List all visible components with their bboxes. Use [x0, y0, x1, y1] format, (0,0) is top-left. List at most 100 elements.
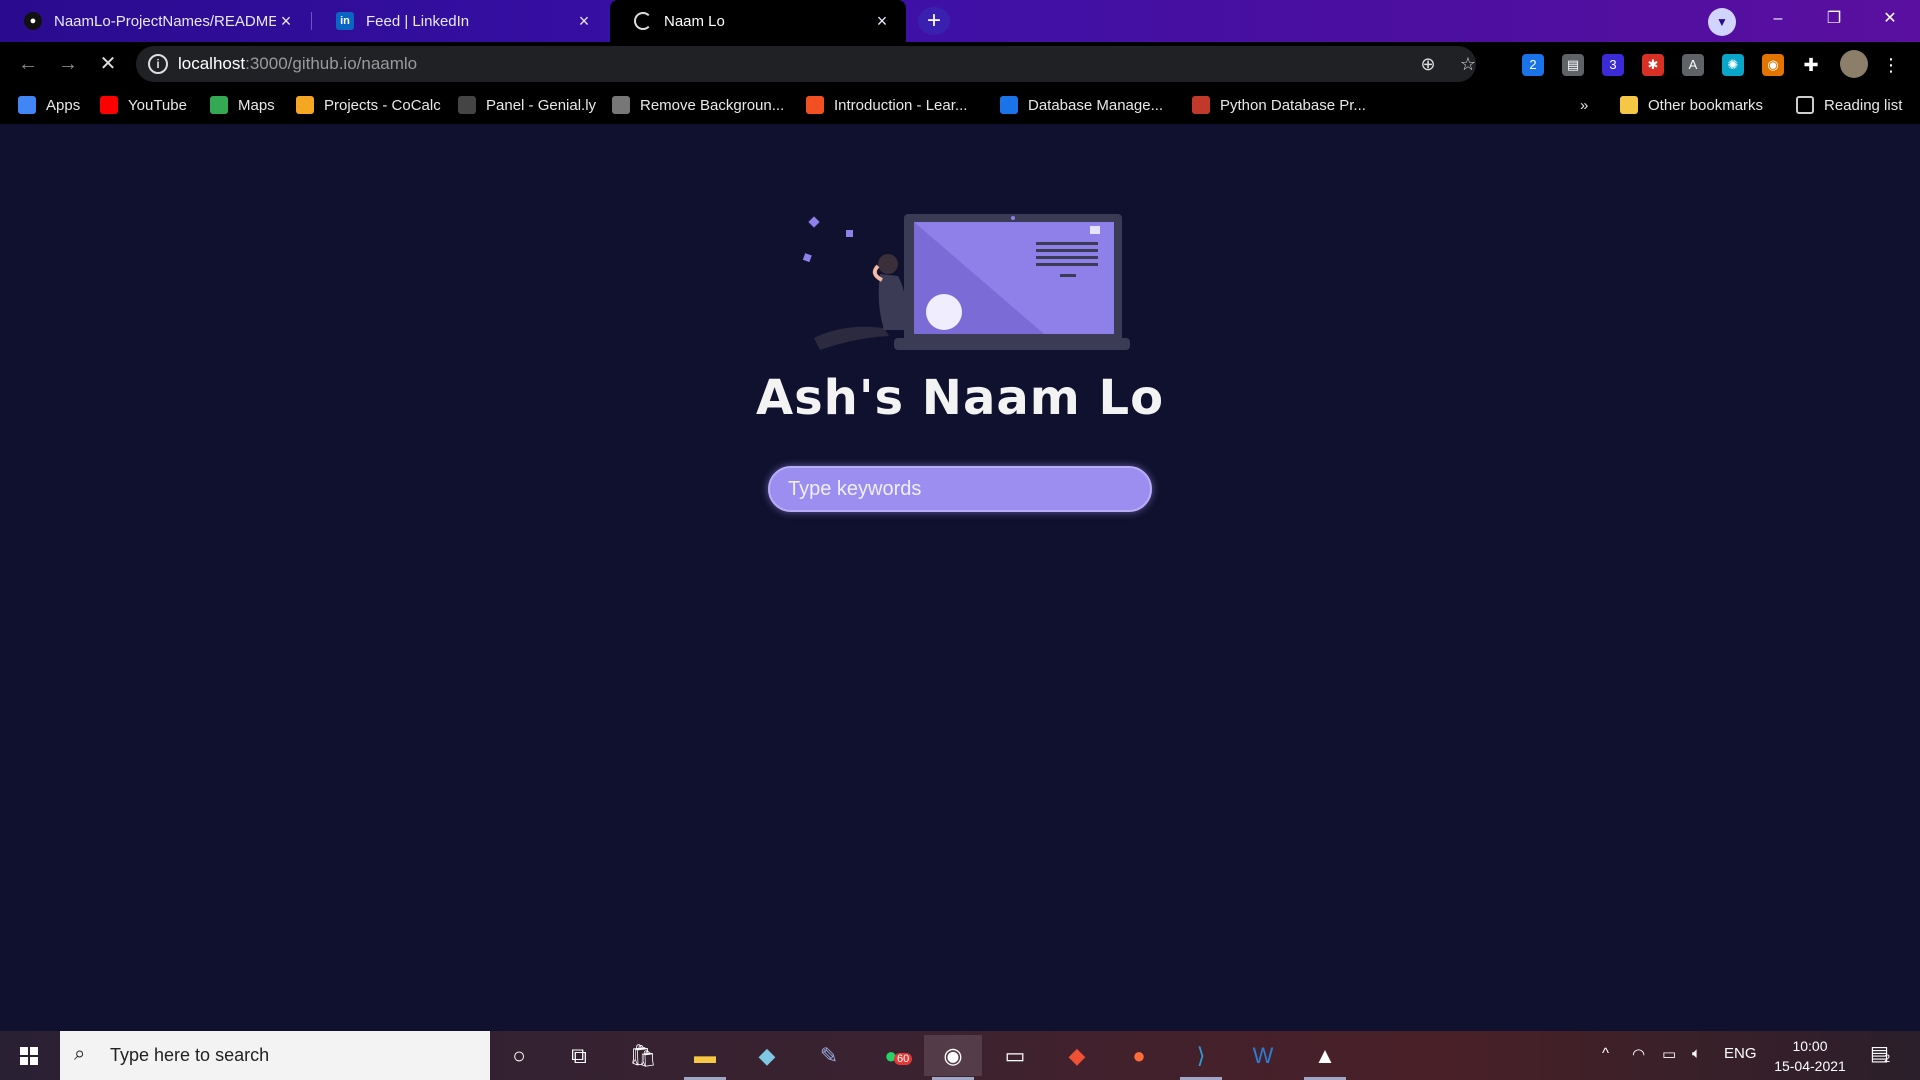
microsoft-icon	[806, 96, 824, 114]
taskbar-search-box[interactable]: ⌕ Type here to search	[60, 1031, 490, 1080]
restore-button[interactable]: ❐	[1806, 0, 1862, 38]
floating-square	[808, 216, 820, 228]
keyword-search-input[interactable]	[788, 468, 1128, 510]
forward-button[interactable]: →	[54, 50, 82, 78]
paint-icon[interactable]: ✎	[800, 1035, 858, 1076]
language-indicator[interactable]: ENG	[1724, 1045, 1757, 1062]
hero-illustration	[802, 214, 1130, 350]
tab-linkedin[interactable]: in Feed | LinkedIn ×	[312, 0, 608, 42]
minimize-button[interactable]: –	[1750, 0, 1806, 38]
bookmark-label: Python Database Pr...	[1220, 96, 1366, 114]
file-explorer-icon[interactable]: ▬	[676, 1035, 734, 1080]
chrome-icon[interactable]: ◉	[924, 1035, 982, 1080]
url-text[interactable]: localhost:3000/github.io/naamlo	[178, 54, 417, 74]
ext-circle-icon[interactable]: ◉	[1762, 54, 1784, 76]
genially-icon	[458, 96, 476, 114]
cocalc-icon	[296, 96, 314, 114]
postman-icon[interactable]: ●	[1110, 1035, 1168, 1076]
new-tab-button[interactable]: +	[918, 7, 950, 35]
person-head	[878, 254, 898, 274]
ext-graduation-icon[interactable]: 3	[1602, 54, 1624, 76]
start-button[interactable]	[0, 1031, 60, 1080]
address-bar[interactable]: i localhost:3000/github.io/naamlo ⊕ ☆	[136, 46, 1476, 82]
cortana-icon[interactable]: ○	[490, 1035, 548, 1076]
stop-loading-button[interactable]: ✕	[94, 50, 122, 78]
clock-time: 10:00	[1792, 1038, 1828, 1054]
screen-line	[1036, 256, 1098, 259]
word-icon[interactable]: W	[1234, 1035, 1292, 1076]
tab-title: Feed | LinkedIn	[366, 12, 470, 30]
folder-icon	[1620, 96, 1638, 114]
url-path: :3000/github.io/naamlo	[245, 54, 418, 73]
bookmarks-bar: Apps YouTube Maps Projects - CoCalc Panel - …	[0, 86, 1920, 124]
screen-line	[1060, 274, 1076, 277]
close-tab-icon[interactable]: ×	[872, 11, 892, 32]
battery-icon[interactable]: ▭	[1662, 1045, 1676, 1063]
ext-cyan-icon[interactable]: ✺	[1722, 54, 1744, 76]
youtube-icon	[100, 96, 118, 114]
bookmark-item[interactable]: Apps	[18, 94, 80, 116]
app-title: Ash's Naam Lo	[755, 370, 1165, 426]
removebg-icon	[612, 96, 630, 114]
show-hidden-icons[interactable]: ^	[1602, 1045, 1609, 1062]
notes-app-icon[interactable]: ◆	[738, 1035, 796, 1076]
network-icon[interactable]: ◠	[1632, 1045, 1645, 1063]
close-window-button[interactable]: ✕	[1862, 0, 1918, 38]
maps-icon	[210, 96, 228, 114]
screen-window-icon	[1090, 226, 1100, 234]
bookmark-label: Maps	[238, 96, 275, 114]
close-tab-icon[interactable]: ×	[574, 11, 594, 32]
tab-search-icon[interactable]: ▼	[1708, 8, 1736, 36]
bookmark-item[interactable]: Projects - CoCalc	[296, 94, 441, 116]
windows-logo-icon	[20, 1047, 38, 1065]
ext-red-icon[interactable]: ✱	[1642, 54, 1664, 76]
bookmark-label: Introduction - Lear...	[834, 96, 968, 114]
extensions-puzzle-icon[interactable]: ✚	[1800, 54, 1822, 76]
bookmark-label: Panel - Genial.ly	[486, 96, 597, 114]
tab-naam-lo[interactable]: Naam Lo ×	[610, 0, 906, 42]
tab-title: Naam Lo	[664, 12, 725, 30]
terminal-icon[interactable]: ▭	[986, 1035, 1044, 1076]
photos-icon[interactable]: ▲	[1296, 1035, 1354, 1080]
bookmark-label: Remove Backgroun...	[640, 96, 785, 114]
system-clock[interactable]: 10:00 15-04-2021	[1760, 1036, 1860, 1076]
floating-square	[846, 230, 853, 237]
ext-printer-icon[interactable]: ▤	[1562, 54, 1584, 76]
vscode-icon[interactable]: ⟩	[1172, 1035, 1230, 1080]
browser-menu-icon[interactable]: ⋮	[1880, 54, 1902, 76]
bookmark-item[interactable]: Remove Backgroun...	[612, 94, 784, 116]
bookmark-item[interactable]: Python Database Pr...	[1192, 94, 1366, 116]
bookmark-item[interactable]: YouTube	[100, 94, 187, 116]
git-icon[interactable]: ◆	[1048, 1035, 1106, 1076]
task-view-icon[interactable]: ⧉	[550, 1035, 608, 1076]
volume-icon[interactable]: 🔈︎	[1692, 1045, 1701, 1062]
site-info-icon[interactable]: i	[148, 54, 168, 74]
reading-list[interactable]: Reading list	[1796, 94, 1902, 116]
other-bookmarks[interactable]: Other bookmarks	[1620, 94, 1763, 116]
tab-github-readme[interactable]: ● NaamLo-ProjectNames/README ×	[0, 0, 310, 42]
search-icon: ⌕	[74, 1043, 86, 1065]
bookmark-item[interactable]: Introduction - Lear...	[806, 94, 967, 116]
microsoft-store-icon[interactable]: 🛍	[614, 1035, 672, 1076]
floating-square	[802, 253, 812, 263]
avatar[interactable]	[1840, 50, 1868, 78]
whatsapp-icon[interactable]: ● 60	[862, 1035, 920, 1076]
github-icon: ●	[24, 12, 42, 30]
screen-globe	[926, 294, 962, 330]
bookmark-item[interactable]: Panel - Genial.ly	[458, 94, 596, 116]
bookmark-star-icon[interactable]: ☆	[1456, 52, 1480, 76]
ext-2-icon[interactable]: 2	[1522, 54, 1544, 76]
bookmark-item[interactable]: Maps	[210, 94, 275, 116]
zoom-icon[interactable]: ⊕	[1416, 52, 1440, 76]
bookmarks-overflow-button[interactable]: »	[1580, 94, 1588, 116]
back-button[interactable]: ←	[14, 50, 42, 78]
notification-center-icon[interactable]: ▤ 2	[1870, 1041, 1890, 1066]
bookmark-label: YouTube	[128, 96, 187, 114]
other-bookmarks-label: Other bookmarks	[1648, 96, 1764, 114]
bookmark-item[interactable]: Database Manage...	[1000, 94, 1163, 116]
ext-a-icon[interactable]: A	[1682, 54, 1704, 76]
close-tab-icon[interactable]: ×	[276, 11, 296, 32]
url-host: localhost	[178, 54, 246, 73]
person-legs	[814, 326, 889, 350]
keyword-search-box[interactable]	[768, 466, 1152, 512]
